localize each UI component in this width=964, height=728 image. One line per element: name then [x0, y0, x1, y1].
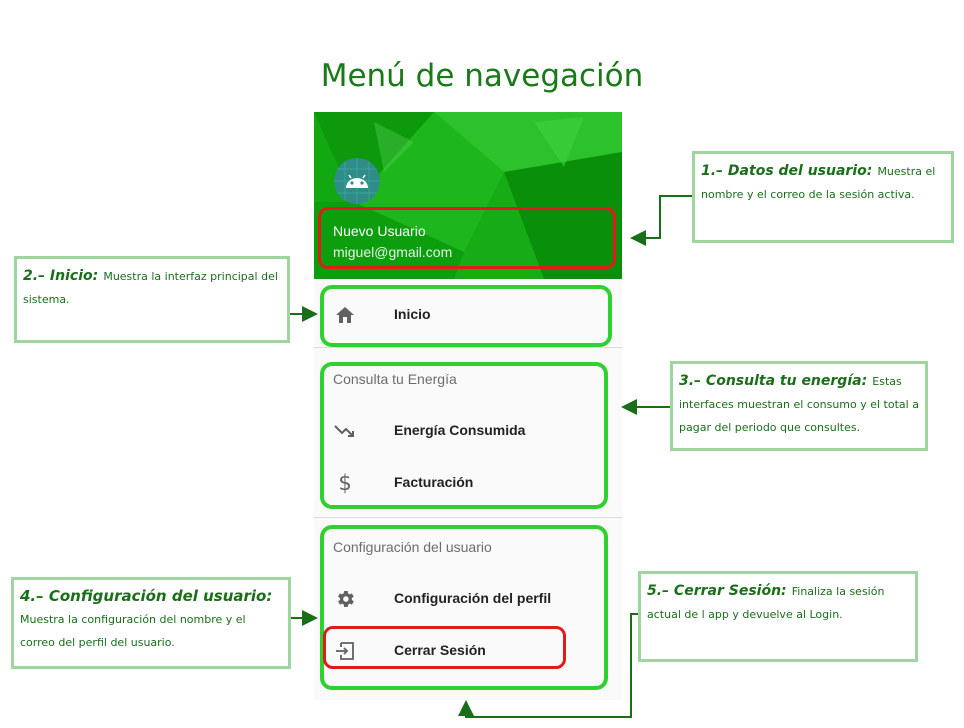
home-icon: [333, 303, 357, 327]
user-name: Nuevo Usuario: [333, 223, 426, 239]
menu-item-profile-settings[interactable]: Configuración del perfil: [314, 575, 622, 623]
drawer-header: Nuevo Usuario miguel@gmail.com: [314, 112, 622, 279]
annotation-logout: 5.– Cerrar Sesión: Finaliza la sesión ac…: [638, 571, 918, 662]
page-title: Menú de navegación: [320, 58, 644, 94]
dollar-icon: $: [338, 471, 352, 495]
menu-item-label: Configuración del perfil: [394, 590, 552, 606]
menu-item-label: Inicio: [394, 306, 431, 322]
annotation-user-settings: 4.– Configuración del usuario: Muestra l…: [11, 577, 291, 669]
annotation-heading: 5.– Cerrar Sesión:: [647, 583, 787, 599]
annotation-heading: 4.– Configuración del usuario:: [20, 587, 273, 605]
android-icon: [334, 158, 380, 204]
trending-down-icon: [333, 419, 357, 443]
annotation-text: Muestra la configuración del nombre y el…: [20, 613, 246, 649]
user-email: miguel@gmail.com: [333, 244, 453, 260]
menu-item-label: Energía Consumida: [394, 422, 526, 438]
logout-icon: [333, 639, 357, 663]
menu-item-energy-consumed[interactable]: Energía Consumida: [314, 407, 622, 455]
navigation-drawer: Nuevo Usuario miguel@gmail.com Inicio Co…: [314, 112, 622, 700]
gear-icon: [333, 587, 357, 611]
menu-item-billing[interactable]: $ Facturación: [314, 459, 622, 507]
divider: [314, 347, 622, 348]
menu-item-label: Facturación: [394, 474, 474, 490]
menu-item-home[interactable]: Inicio: [314, 291, 622, 339]
menu-item-logout[interactable]: Cerrar Sesión: [314, 627, 622, 675]
annotation-home: 2.– Inicio: Muestra la interfaz principa…: [14, 256, 290, 343]
section-title-user: Configuración del usuario: [333, 539, 492, 555]
annotation-heading: 2.– Inicio:: [23, 268, 99, 284]
annotation-heading: 3.– Consulta tu energía:: [679, 373, 868, 389]
section-title-energy: Consulta tu Energía: [333, 371, 457, 387]
divider: [314, 517, 622, 518]
annotation-heading: 1.– Datos del usuario:: [701, 163, 873, 179]
annotation-user-data: 1.– Datos del usuario: Muestra el nombre…: [692, 151, 954, 243]
menu-item-label: Cerrar Sesión: [394, 642, 486, 658]
annotation-energy: 3.– Consulta tu energía: Estas interface…: [670, 361, 928, 451]
